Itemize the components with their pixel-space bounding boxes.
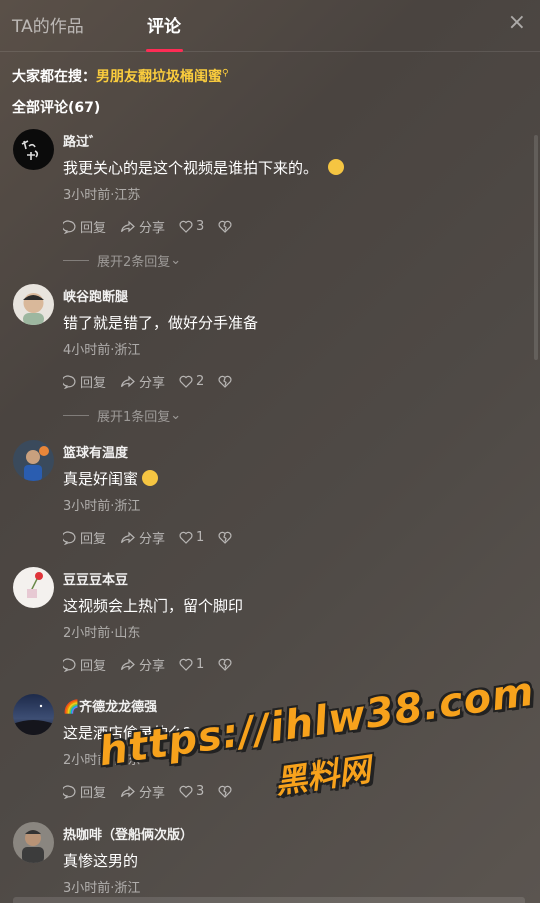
share-button[interactable]: 分享 [120,372,165,391]
search-suggestion-keyword[interactable]: 男朋友翻垃圾桶闺蜜 [96,69,222,85]
share-icon [120,220,135,232]
comment-count: 全部评论(67) [12,100,101,116]
broken-heart-icon [218,785,232,798]
dislike-button[interactable] [218,375,235,388]
dislike-button[interactable] [218,658,235,671]
reply-icon [63,219,76,234]
tab-bar: TA的作品 评论 × [0,0,540,52]
heart-icon [179,658,193,671]
comment-username[interactable]: 豆豆豆本豆 [63,569,128,588]
share-icon [120,375,135,387]
reply-button[interactable]: 回复 [63,655,106,674]
comment-text: 真是好闺蜜 [63,468,159,489]
reply-icon [63,784,76,799]
comment-username[interactable]: 热咖啡（登船俩次版） [63,824,193,843]
expand-replies-button[interactable]: 展开1条回复 ⌄ [63,406,181,425]
reply-button[interactable]: 回复 [63,528,106,547]
heart-icon [179,375,193,388]
chevron-down-icon: ⌄ [170,253,182,268]
chevron-down-icon: ⌄ [170,408,182,423]
expand-replies-button[interactable]: 展开2条回复 ⌄ [63,251,181,270]
avatar[interactable] [13,694,54,735]
share-button[interactable]: 分享 [120,782,165,801]
comment-actions: 回复 分享 1 [63,655,249,674]
avatar[interactable] [13,567,54,608]
comment-actions: 回复 分享 3 [63,217,249,236]
search-suggestion: 大家都在搜：男朋友翻垃圾桶闺蜜⚲ [12,66,229,86]
share-button[interactable]: 分享 [120,217,165,236]
share-icon [120,658,135,670]
comment-meta: 2小时前·山东 [63,626,141,641]
comment-text: 这视频会上热门，留个脚印 [63,597,244,615]
share-button[interactable]: 分享 [120,655,165,674]
dislike-button[interactable] [218,220,235,233]
broken-heart-icon [218,531,232,544]
heart-icon [179,531,193,544]
avatar[interactable] [13,129,54,170]
comment-username[interactable]: 峡谷跑断腿 [63,286,128,305]
comment-meta: 3小时前·江苏 [63,188,141,203]
dislike-button[interactable] [218,531,235,544]
sleepy-emoji-icon [328,159,345,175]
avatar[interactable] [13,440,54,481]
search-icon[interactable]: ⚲ [222,68,229,78]
share-icon [120,785,135,797]
comment-text: 错了就是错了，做好分手准备 [63,314,259,332]
comment-text: 我更关心的是这个视频是谁拍下来的。 [63,157,345,178]
comment-username[interactable]: 路过゛ [63,131,102,150]
reply-button[interactable]: 回复 [63,782,106,801]
like-count: 1 [196,657,205,672]
comment-text: 真惨这男的 [63,852,139,870]
comment-actions: 回复 分享 3 [63,782,249,801]
broken-heart-icon [218,375,232,388]
laughing-emoji-icon [142,470,159,486]
heart-icon [179,220,193,233]
dislike-button[interactable] [218,785,235,798]
like-count: 3 [196,784,205,799]
comment-actions: 回复 分享 1 [63,528,249,547]
comment-input-bar[interactable] [13,897,525,903]
reply-button[interactable]: 回复 [63,217,106,236]
comment-username[interactable]: 🌈齐德龙龙德强 [63,696,157,715]
scrollbar[interactable] [534,135,538,360]
comment-username[interactable]: 篮球有温度 [63,442,128,461]
tab-works[interactable]: TA的作品 [12,12,84,37]
comment-meta: 3小时前·浙江 [63,881,141,896]
like-count: 1 [196,530,205,545]
comment-actions: 回复 分享 2 [63,372,249,391]
broken-heart-icon [218,220,232,233]
share-icon [120,531,135,543]
tab-comments[interactable]: 评论 [147,12,181,37]
reply-icon [63,530,76,545]
broken-heart-icon [218,658,232,671]
like-button[interactable]: 1 [179,657,204,672]
watermark-name: 黑料网 [272,750,373,802]
reply-button[interactable]: 回复 [63,372,106,391]
close-icon[interactable]: × [508,10,526,35]
like-button[interactable]: 3 [179,219,204,234]
like-button[interactable]: 3 [179,784,204,799]
comment-meta: 3小时前·浙江 [63,499,141,514]
search-suggestion-prefix: 大家都在搜： [12,69,96,85]
reply-icon [63,374,76,389]
like-count: 3 [196,219,205,234]
comment-text: 这是酒店偷录的么? [63,724,191,742]
active-tab-indicator [146,49,183,52]
avatar[interactable] [13,284,54,325]
avatar[interactable] [13,822,54,863]
reply-icon [63,657,76,672]
like-button[interactable]: 2 [179,374,204,389]
comment-meta: 2小时前·广东 [63,753,141,768]
share-button[interactable]: 分享 [120,528,165,547]
heart-icon [179,785,193,798]
like-button[interactable]: 1 [179,530,204,545]
comment-meta: 4小时前·浙江 [63,343,141,358]
like-count: 2 [196,374,205,389]
